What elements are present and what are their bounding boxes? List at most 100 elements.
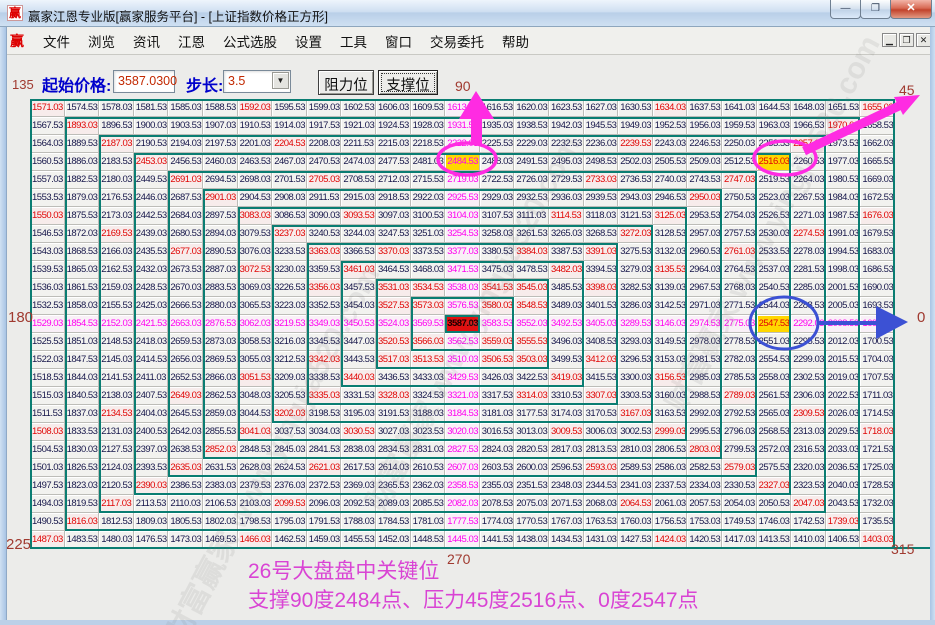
grid-cell: 2120.53 [99, 477, 134, 495]
close-button[interactable]: ✕ [890, 0, 932, 19]
grid-cell: 3226.53 [272, 279, 307, 297]
grid-cell: 2778.53 [722, 333, 757, 351]
grid-cell: 3387.53 [549, 243, 584, 261]
start-price-input[interactable]: 3587.0300 [113, 70, 175, 93]
menu-trading[interactable]: 交易委托 [421, 27, 493, 55]
grid-cell: 2705.03 [307, 171, 342, 189]
grid-cell: 1840.53 [65, 387, 100, 405]
mdi-minimize-button[interactable]: ▁ [882, 33, 897, 47]
grid-cell: 3324.53 [411, 387, 446, 405]
grid-cell: 1462.53 [272, 531, 307, 549]
grid-cell: 1977.03 [826, 153, 861, 171]
chevron-down-icon[interactable]: ▼ [272, 72, 289, 89]
grid-cell: 1448.53 [411, 531, 446, 549]
grid-cell: 1431.03 [584, 531, 619, 549]
grid-cell: 2162.53 [99, 261, 134, 279]
grid-cell: 1984.03 [826, 189, 861, 207]
grid-cell: 2519.53 [757, 171, 792, 189]
grid-cell: 3090.03 [307, 207, 342, 225]
grid-cell: 1487.03 [30, 531, 65, 549]
grid-cell: 2145.03 [99, 351, 134, 369]
grid-cell: 3009.53 [549, 423, 584, 441]
grid-cell: 3335.03 [307, 387, 342, 405]
grid-cell: 2579.03 [722, 459, 757, 477]
grid-cell: 2820.53 [514, 441, 549, 459]
grid-cell: 1658.53 [860, 117, 895, 135]
grid-cell: 2253.53 [757, 135, 792, 153]
menu-file[interactable]: 文件 [34, 27, 79, 55]
mdi-restore-button[interactable]: ❐ [899, 33, 914, 47]
grid-cell: 2684.03 [168, 207, 203, 225]
grid-cell: 3342.03 [307, 351, 342, 369]
grid-cell: 2369.03 [341, 477, 376, 495]
grid-cell: 2344.53 [584, 477, 619, 495]
grid-cell: 1424.03 [653, 531, 688, 549]
grid-cell: 2754.03 [722, 207, 757, 225]
grid-cell: 2341.03 [618, 477, 653, 495]
grid-cell: 2029.53 [826, 423, 861, 441]
grid-cell: 3471.53 [445, 261, 480, 279]
grid-cell: 1532.53 [30, 297, 65, 315]
grid-cell: 2747.03 [722, 171, 757, 189]
grid-cell: 2876.53 [203, 315, 238, 333]
resistance-button[interactable]: 阻力位 [318, 70, 374, 95]
menu-settings[interactable]: 设置 [286, 27, 331, 55]
grid-cell: 2281.53 [791, 261, 826, 279]
grid-cell: 3142.53 [653, 297, 688, 315]
grid-cell: 2509.03 [687, 153, 722, 171]
grid-cell: 1567.53 [30, 117, 65, 135]
grid-cell: 1949.03 [618, 117, 653, 135]
menu-tools[interactable]: 工具 [331, 27, 376, 55]
grid-cell: 3083.03 [238, 207, 273, 225]
grid-cell: 2995.53 [687, 423, 722, 441]
grid-cell: 3450.53 [341, 315, 376, 333]
grid-cell: 1606.03 [376, 99, 411, 117]
grid-cell: 3006.03 [584, 423, 619, 441]
grid-cell: 2215.03 [376, 135, 411, 153]
step-combobox[interactable]: 3.5 ▼ [223, 70, 291, 93]
grid-cell: 1665.53 [860, 153, 895, 171]
grid-cell: 2082.03 [445, 495, 480, 513]
minimize-button[interactable]: — [830, 0, 861, 19]
menu-window[interactable]: 窗口 [376, 27, 421, 55]
grid-cell: 3587.03 [445, 315, 480, 333]
grid-cell: 2407.53 [134, 387, 169, 405]
menu-news[interactable]: 资讯 [124, 27, 169, 55]
grid-cell: 1434.53 [549, 531, 584, 549]
grid-cell: 3104.03 [445, 207, 480, 225]
grid-cell: 2932.53 [514, 189, 549, 207]
support-button[interactable]: 支撑位 [378, 70, 438, 95]
menu-gann[interactable]: 江恩 [169, 27, 214, 55]
grid-cell: 2225.53 [480, 135, 515, 153]
grid-cell: 3079.53 [238, 225, 273, 243]
grid-cell: 3373.53 [411, 243, 446, 261]
grid-cell: 3072.53 [238, 261, 273, 279]
grid-cell: 3454.03 [341, 297, 376, 315]
grid-cell: 1704.03 [860, 351, 895, 369]
grid-cell: 2176.53 [99, 189, 134, 207]
grid-cell: 1546.53 [30, 225, 65, 243]
grid-cell: 2432.03 [134, 261, 169, 279]
grid-cell: 3132.03 [653, 243, 688, 261]
grid-cell: 1669.03 [860, 171, 895, 189]
grid-cell: 3580.03 [480, 297, 515, 315]
menu-browse[interactable]: 浏览 [79, 27, 124, 55]
grid-cell: 2106.53 [203, 495, 238, 513]
maximize-button[interactable]: ❐ [860, 0, 891, 19]
grid-cell: 2691.03 [168, 171, 203, 189]
grid-cell: 2376.03 [272, 477, 307, 495]
grid-cell: 2701.53 [272, 171, 307, 189]
window-frame-right [930, 27, 935, 625]
annotation-line-2: 支撑90度2484点、压力45度2516点、0度2547点 [248, 586, 699, 615]
grid-cell: 2169.53 [99, 225, 134, 243]
grid-cell: 2288.53 [791, 297, 826, 315]
grid-cell: 2568.53 [757, 423, 792, 441]
grid-cell: 2271.03 [791, 207, 826, 225]
mdi-close-button[interactable]: ✕ [916, 33, 931, 47]
grid-cell: 2320.03 [791, 459, 826, 477]
grid-cell: 3384.03 [514, 243, 549, 261]
grid-cell: 1812.53 [99, 513, 134, 531]
grid-cell: 2159.03 [99, 279, 134, 297]
menu-stock-picker[interactable]: 公式选股 [214, 27, 286, 55]
menu-help[interactable]: 帮助 [493, 27, 538, 55]
